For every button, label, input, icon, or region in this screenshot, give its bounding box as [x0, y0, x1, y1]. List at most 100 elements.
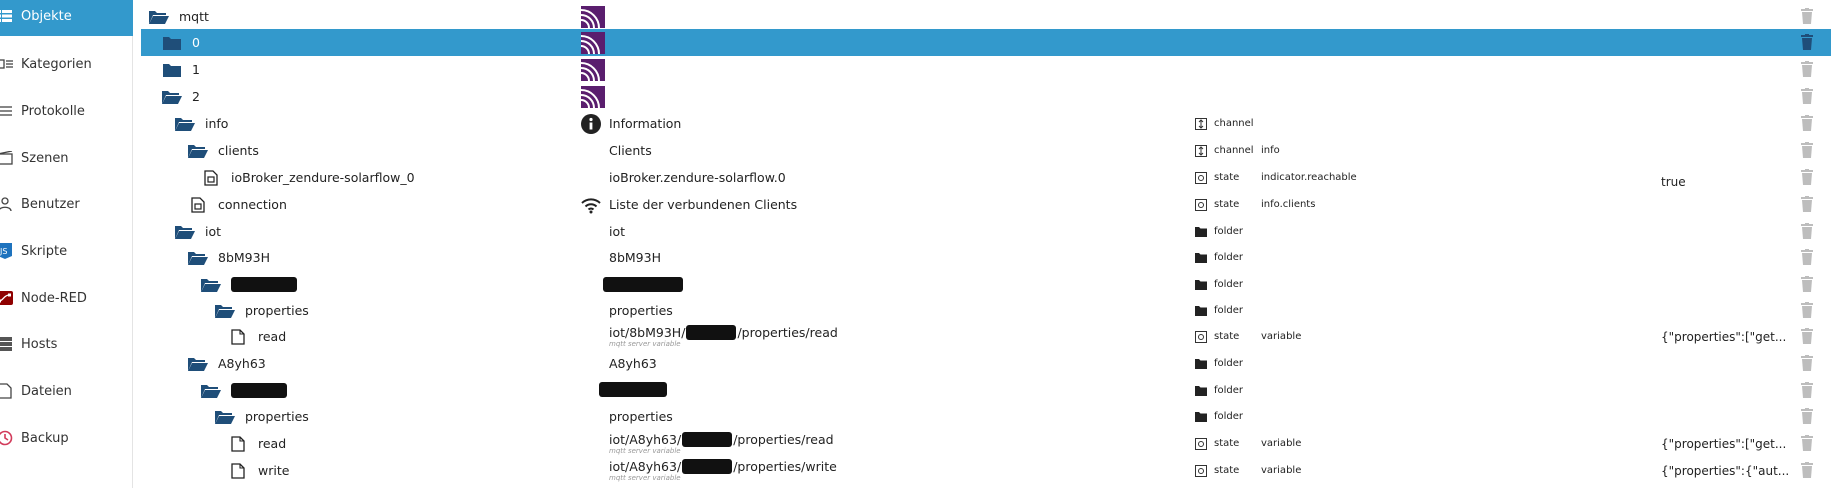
tree-row[interactable]: 8bM93H 8bM93H folder: [141, 244, 1831, 271]
sidebar-item-backup[interactable]: Backup: [0, 418, 133, 458]
sidebar-item-benutzer[interactable]: Benutzer: [0, 184, 133, 224]
trash-icon[interactable]: [1801, 328, 1817, 346]
sidebar-item-skripte[interactable]: JS Skripte: [0, 231, 133, 271]
trash-icon[interactable]: [1801, 169, 1817, 187]
channel-icon: [1194, 117, 1208, 131]
redacted-id: [231, 383, 287, 398]
tree-row[interactable]: mqtt: [141, 3, 1831, 30]
sidebar-item-hosts[interactable]: Hosts: [0, 324, 133, 364]
trash-icon[interactable]: [1801, 34, 1817, 52]
folder-small-icon: [1194, 304, 1208, 318]
trash-icon[interactable]: [1801, 142, 1817, 160]
tree-id-cell: mqtt: [149, 3, 209, 30]
folder-open-icon[interactable]: [175, 116, 195, 132]
trash-icon[interactable]: [1801, 115, 1817, 133]
tree-id-cell: read: [228, 430, 286, 457]
tree-row[interactable]: ioBroker_zendure-solarflow_0 ioBroker.ze…: [141, 164, 1831, 191]
trash-icon[interactable]: [1801, 249, 1817, 267]
folder-icon[interactable]: [162, 35, 182, 51]
trash-icon[interactable]: [1801, 223, 1817, 241]
sidebar-item-node-red[interactable]: Node-RED: [0, 278, 133, 318]
trash-icon[interactable]: [1801, 382, 1817, 400]
object-value[interactable]: {"properties":["get...: [1661, 430, 1786, 457]
object-type-cell: folder: [1194, 403, 1243, 430]
trash-icon[interactable]: [1801, 462, 1817, 480]
tree-id-cell: ioBroker_zendure-solarflow_0: [201, 164, 415, 191]
object-id: 0: [192, 35, 200, 50]
object-type: channel: [1214, 118, 1254, 129]
object-type-cell: channel: [1194, 137, 1254, 164]
trash-icon[interactable]: [1801, 196, 1817, 214]
folder-open-icon[interactable]: [149, 9, 169, 25]
folder-open-icon[interactable]: [201, 383, 221, 399]
object-value[interactable]: {"properties":["get...: [1661, 323, 1786, 350]
tree-row[interactable]: folder: [141, 377, 1831, 404]
object-name-prefix: iot/8bM93H/: [609, 325, 686, 340]
object-id: info: [205, 116, 229, 131]
folder-open-icon[interactable]: [215, 409, 235, 425]
sidebar-item-protokolle[interactable]: Protokolle: [0, 91, 133, 131]
tree-row[interactable]: connection Liste der verbundenen Clients…: [141, 191, 1831, 218]
tree-row[interactable]: read iot/8bM93H/ /properties/read mqtt s…: [141, 323, 1831, 350]
object-id: 1: [192, 62, 200, 77]
tree-row[interactable]: 1: [141, 56, 1831, 83]
tree-row[interactable]: A8yh63 A8yh63 folder: [141, 350, 1831, 377]
sidebar-item-objekte[interactable]: Objekte: [0, 0, 133, 36]
state-icon: [1194, 464, 1208, 478]
folder-small-icon: [1194, 384, 1208, 398]
folder-open-icon[interactable]: [201, 277, 221, 293]
sidebar-item-dateien[interactable]: Dateien: [0, 371, 133, 411]
folder-open-icon[interactable]: [162, 89, 182, 105]
sidebar-item-label: Skripte: [21, 243, 68, 259]
state-icon: [1194, 437, 1208, 451]
trash-icon[interactable]: [1801, 408, 1817, 426]
object-description: mqtt server variable: [609, 474, 681, 482]
tree-row[interactable]: clients Clients channel info: [141, 137, 1831, 164]
folder-open-icon[interactable]: [175, 224, 195, 240]
trash-icon[interactable]: [1801, 302, 1817, 320]
tree-row[interactable]: info Information channel: [141, 110, 1831, 137]
tree-row[interactable]: properties properties folder: [141, 403, 1831, 430]
trash-icon[interactable]: [1801, 88, 1817, 106]
object-name: Liste der verbundenen Clients: [609, 197, 798, 212]
folder-open-icon[interactable]: [188, 143, 208, 159]
tree-id-cell: write: [228, 457, 289, 484]
sidebar-item-kategorien[interactable]: Kategorien: [0, 44, 133, 84]
tree-row[interactable]: read iot/A8yh63/ /properties/read mqtt s…: [141, 430, 1831, 457]
folder-open-icon[interactable]: [188, 356, 208, 372]
tree-id-cell: properties: [215, 403, 309, 430]
folder-icon[interactable]: [162, 62, 182, 78]
object-type-cell: state: [1194, 457, 1239, 484]
sidebar-item-label: Objekte: [21, 8, 72, 24]
folder-open-icon[interactable]: [188, 250, 208, 266]
trash-icon[interactable]: [1801, 435, 1817, 453]
sidebar-item-szenen[interactable]: Szenen: [0, 138, 133, 178]
tree-row[interactable]: properties properties folder: [141, 297, 1831, 324]
object-name: A8yh63: [609, 356, 657, 371]
sidebar-item-label: Benutzer: [21, 196, 80, 212]
object-type: channel: [1214, 145, 1254, 156]
trash-icon[interactable]: [1801, 355, 1817, 373]
tree-row[interactable]: 2: [141, 83, 1831, 110]
tree-row[interactable]: folder: [141, 271, 1831, 298]
hosts-icon: [0, 336, 13, 352]
object-name-suffix: /properties/read: [737, 325, 838, 340]
list-icon: [0, 8, 13, 24]
trash-icon[interactable]: [1801, 276, 1817, 294]
object-value[interactable]: {"properties":{"aut...: [1661, 457, 1789, 484]
folder-open-icon[interactable]: [215, 303, 235, 319]
tree-id-cell: 2: [162, 83, 200, 110]
redacted-segment: [682, 459, 733, 474]
mqtt-logo-icon: [581, 6, 605, 28]
object-type: state: [1214, 331, 1240, 342]
object-role: variable: [1261, 438, 1302, 449]
tree-id-cell: connection: [188, 191, 287, 218]
tree-row[interactable]: iot iot folder: [141, 218, 1831, 245]
tree-row-selected[interactable]: 0: [141, 29, 1831, 56]
tree-id-cell: iot: [175, 218, 221, 245]
files-icon: [0, 383, 13, 399]
trash-icon[interactable]: [1801, 61, 1817, 79]
object-role: info.clients: [1261, 199, 1316, 210]
tree-row[interactable]: write iot/A8yh63/ /properties/write mqtt…: [141, 457, 1831, 484]
trash-icon[interactable]: [1801, 8, 1817, 26]
